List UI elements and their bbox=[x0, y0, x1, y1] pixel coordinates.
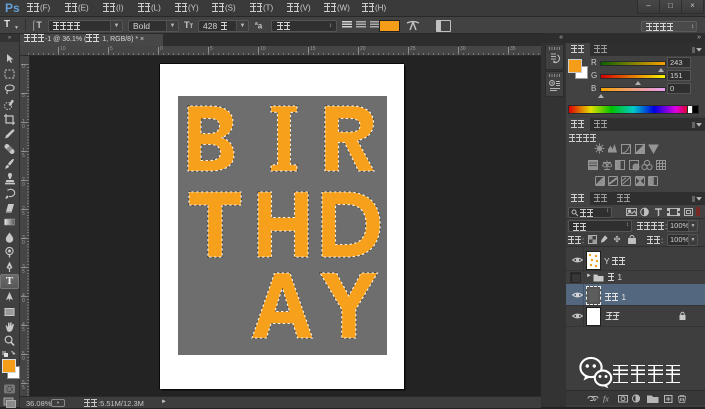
svg-text:fx: fx bbox=[603, 395, 609, 404]
